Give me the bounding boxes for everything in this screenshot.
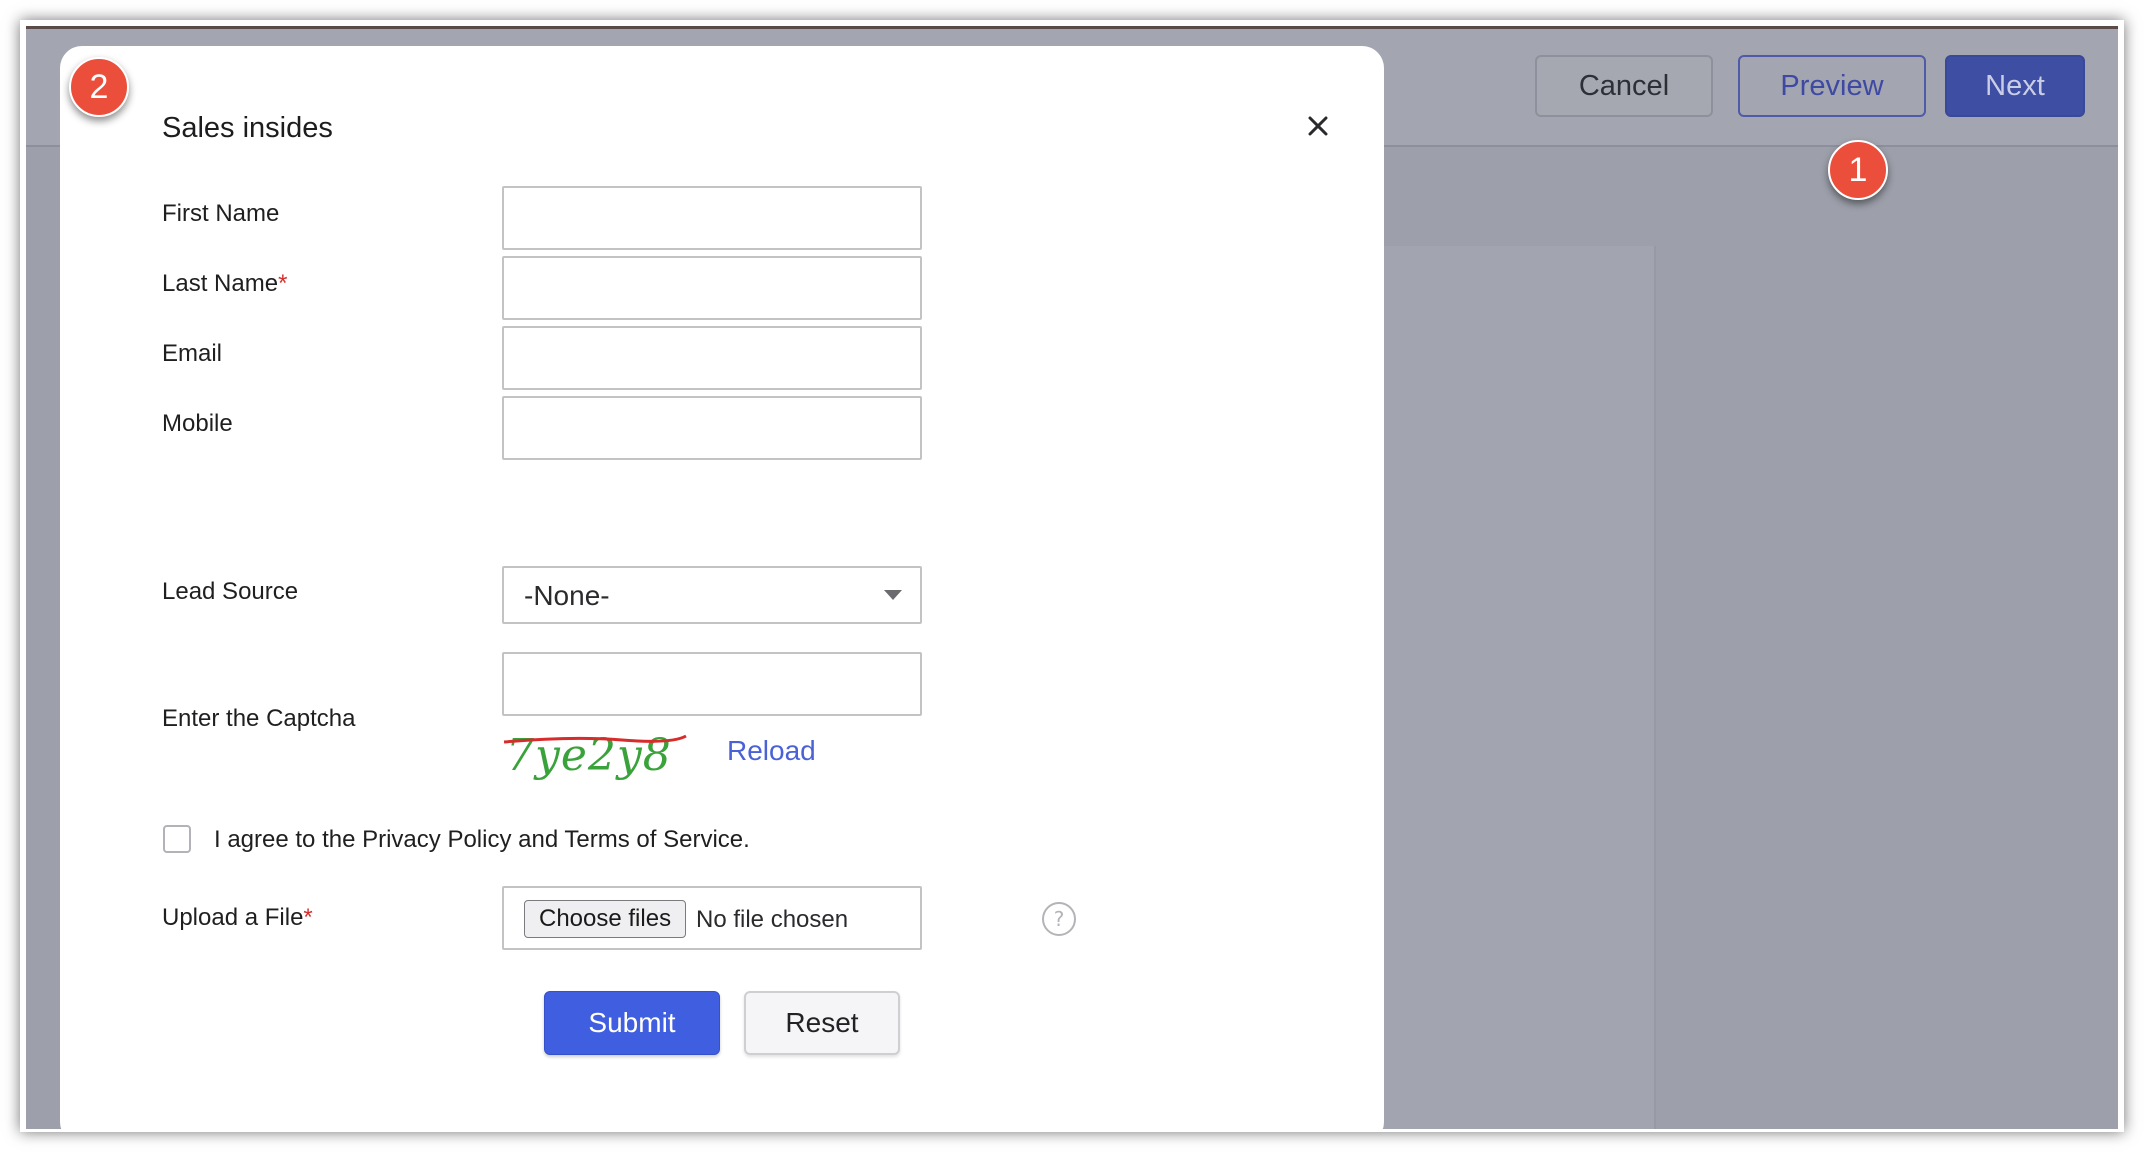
modal-title: Sales insides bbox=[162, 112, 333, 144]
captcha-label-text: Enter the Captcha bbox=[162, 705, 356, 732]
required-marker: * bbox=[278, 270, 288, 297]
agree-label: I agree to the Privacy Policy and Terms … bbox=[214, 826, 750, 853]
caret-down-icon bbox=[884, 590, 902, 600]
last-name-label-text: Last Name bbox=[162, 270, 279, 297]
captcha-input[interactable] bbox=[502, 652, 922, 716]
mobile-label-text: Mobile bbox=[162, 410, 233, 437]
lead-source-label: Lead Source bbox=[162, 578, 298, 606]
step-badge-2: 2 bbox=[69, 57, 129, 117]
captcha-label: Enter the Captcha bbox=[162, 705, 355, 733]
upload-label: Upload a File* bbox=[162, 904, 313, 932]
file-status-text: No file chosen bbox=[696, 906, 849, 933]
preview-button[interactable]: Preview bbox=[1738, 55, 1926, 117]
close-icon[interactable] bbox=[1298, 106, 1338, 146]
first-name-label-text: First Name bbox=[162, 200, 280, 227]
last-name-label: Last Name* bbox=[162, 270, 287, 298]
next-button[interactable]: Next bbox=[1945, 55, 2085, 117]
first-name-input[interactable] bbox=[502, 186, 922, 250]
required-marker: * bbox=[303, 904, 313, 931]
email-label-text: Email bbox=[162, 340, 223, 367]
reset-button[interactable]: Reset bbox=[744, 991, 900, 1055]
lead-source-label-text: Lead Source bbox=[162, 578, 299, 605]
email-label: Email bbox=[162, 340, 222, 368]
mobile-input[interactable] bbox=[502, 396, 922, 460]
email-input[interactable] bbox=[502, 326, 922, 390]
agree-checkbox[interactable] bbox=[163, 825, 191, 853]
choose-files-button[interactable]: Choose files bbox=[524, 900, 687, 938]
reload-captcha-link[interactable]: Reload bbox=[727, 735, 816, 767]
submit-button[interactable]: Submit bbox=[544, 991, 720, 1055]
cancel-button[interactable]: Cancel bbox=[1535, 55, 1713, 117]
file-upload-field: Choose files No file chosen bbox=[502, 886, 922, 950]
step-badge-1: 1 bbox=[1828, 140, 1888, 200]
lead-source-select[interactable]: -None- bbox=[502, 566, 922, 624]
question-circle-icon[interactable]: ? bbox=[1040, 900, 1078, 938]
form-preview-modal: Sales insides First Name Last Name* Emai… bbox=[60, 46, 1384, 1132]
upload-label-text: Upload a File bbox=[162, 904, 304, 931]
svg-text:?: ? bbox=[1054, 907, 1065, 931]
lead-source-selected-value: -None- bbox=[524, 580, 610, 611]
background-panel bbox=[1356, 246, 1656, 1129]
mobile-label: Mobile bbox=[162, 410, 233, 438]
screenshot-frame: Cancel Preview Next 1 Sales insides Firs… bbox=[20, 20, 2124, 1132]
last-name-input[interactable] bbox=[502, 256, 922, 320]
captcha-image: 7ye2y8 bbox=[503, 730, 687, 781]
first-name-label: First Name bbox=[162, 200, 279, 228]
